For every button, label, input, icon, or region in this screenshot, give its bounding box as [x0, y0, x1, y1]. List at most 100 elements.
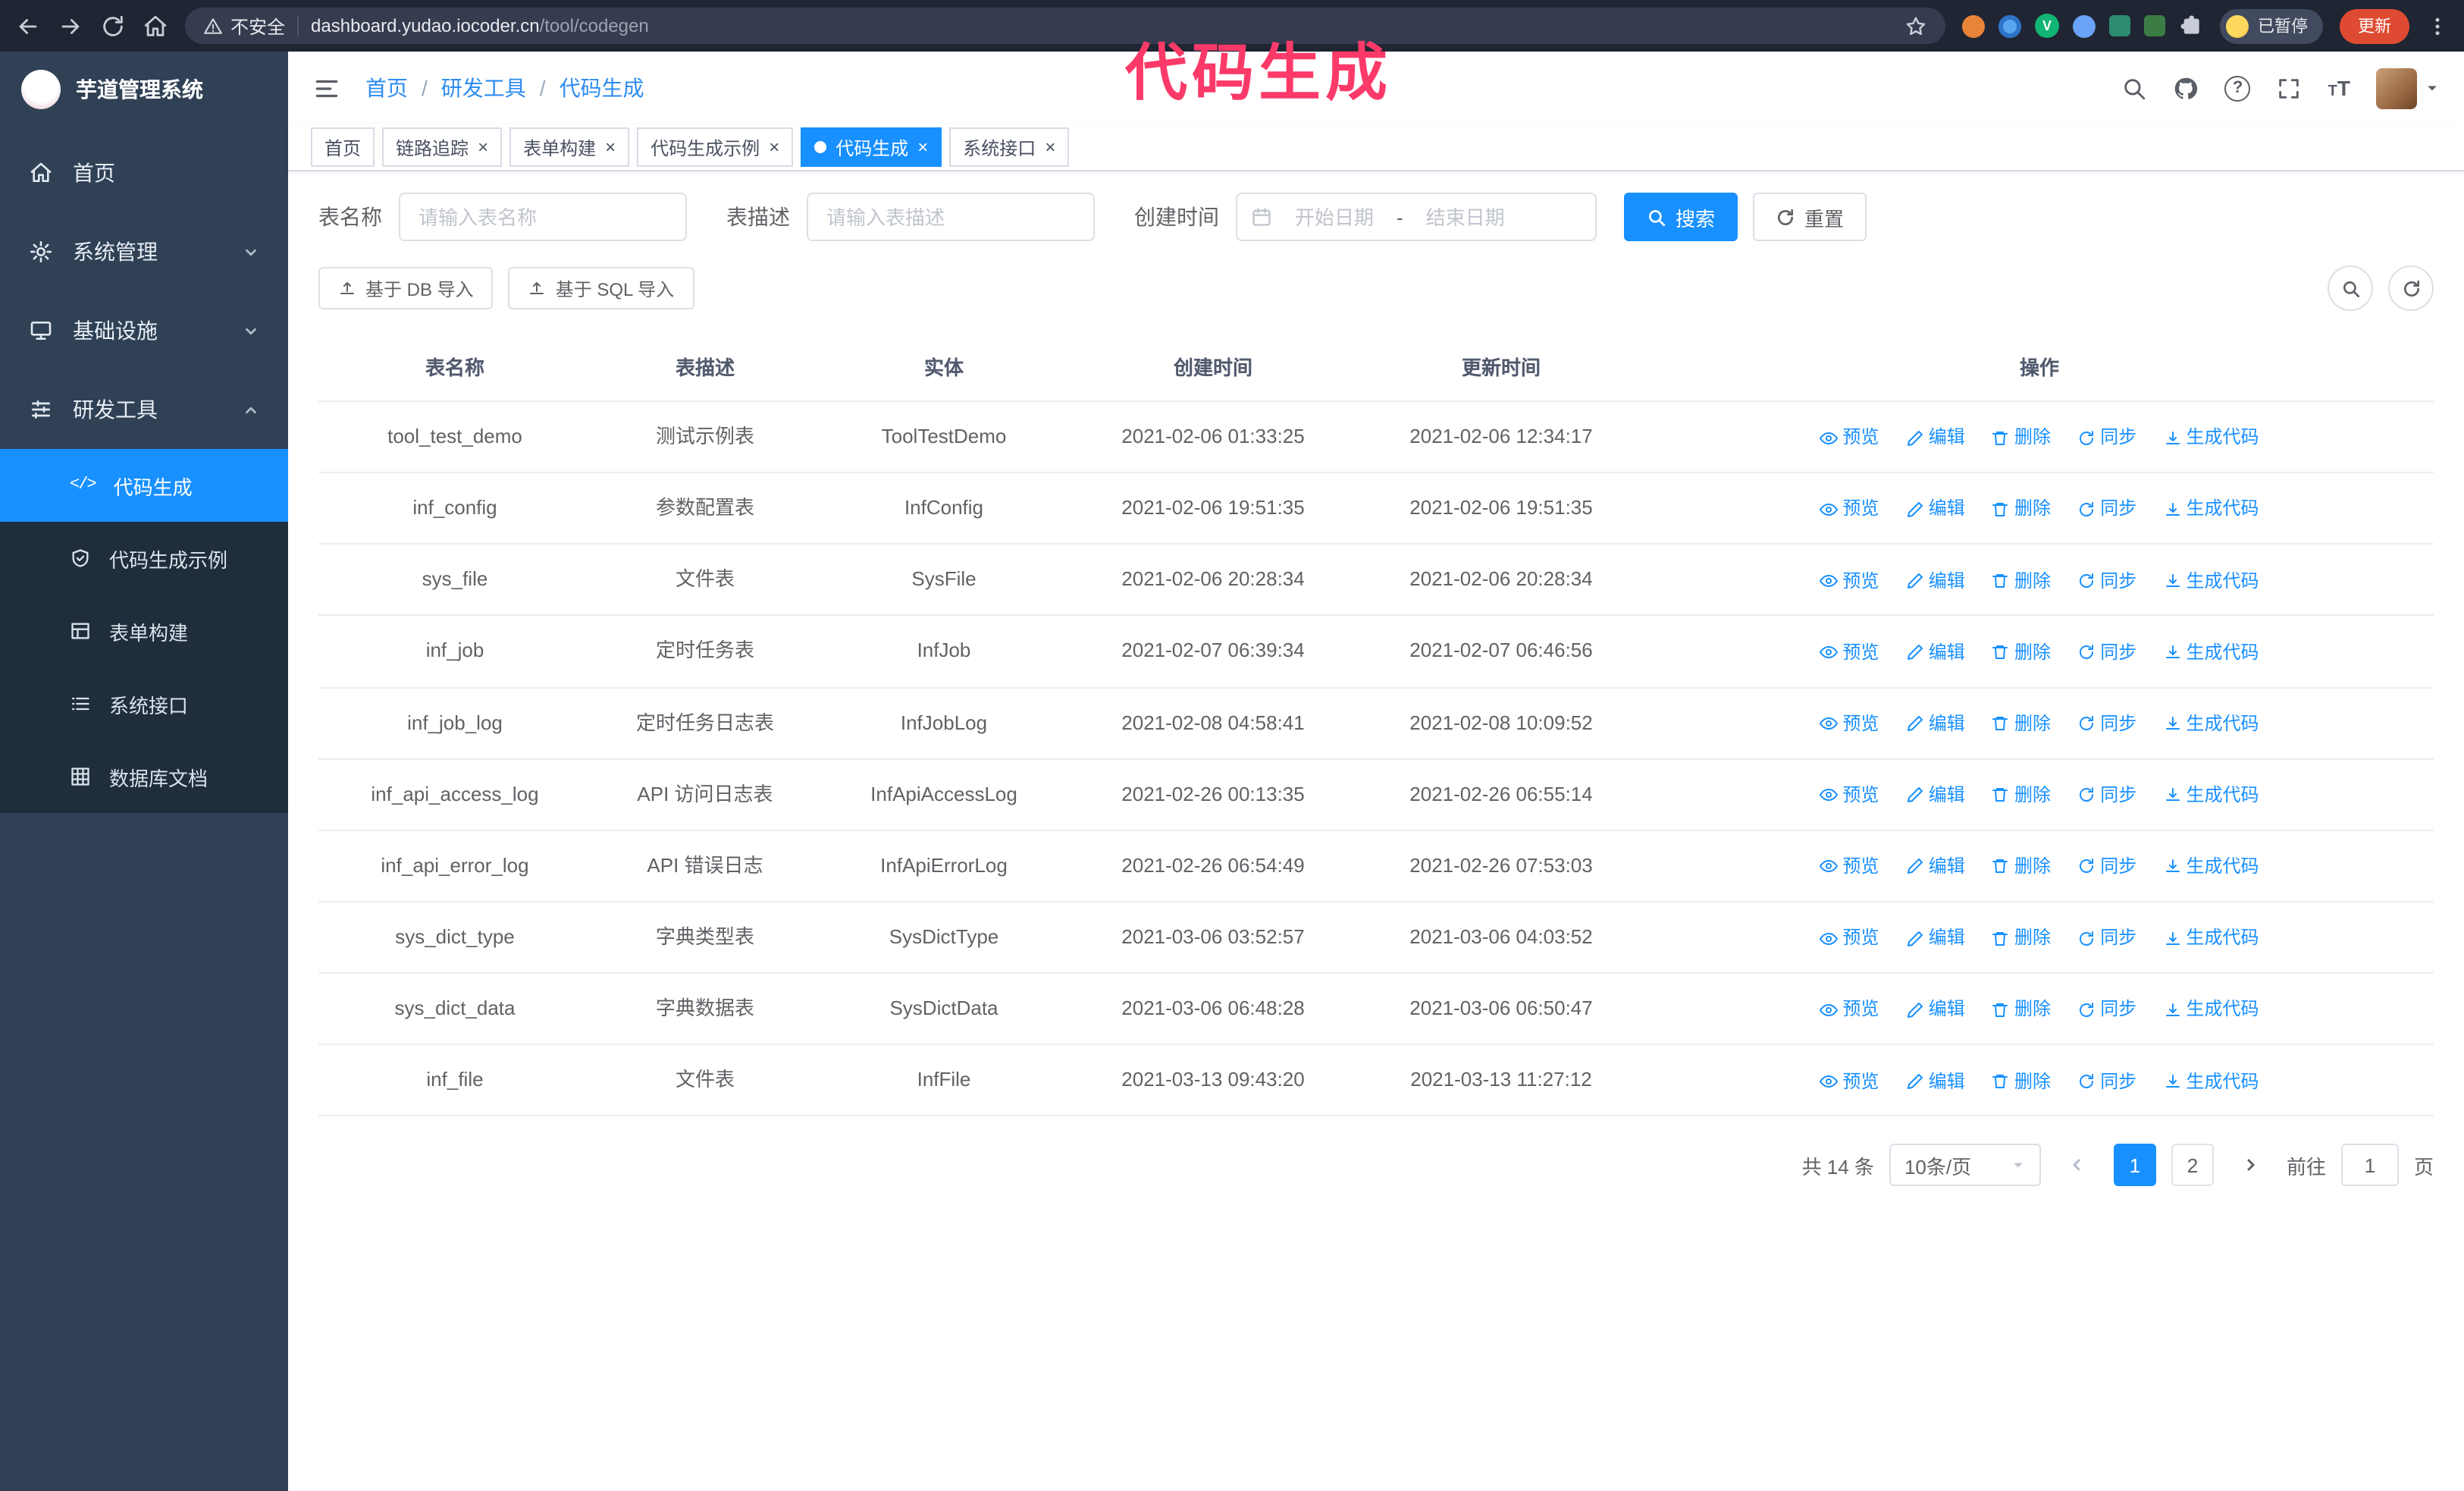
- extension-icon[interactable]: [2109, 15, 2130, 36]
- profile-chip[interactable]: 已暂停: [2220, 8, 2323, 43]
- extension-icon[interactable]: [1998, 14, 2021, 37]
- extension-icon[interactable]: V: [2035, 14, 2059, 38]
- forward-icon[interactable]: [58, 13, 83, 39]
- delete-link[interactable]: 删除: [1992, 852, 2051, 880]
- page-button-1[interactable]: 1: [2113, 1144, 2156, 1187]
- reset-button[interactable]: 重置: [1753, 193, 1867, 241]
- tab-close-icon[interactable]: ×: [769, 138, 779, 156]
- tab-close-icon[interactable]: ×: [605, 138, 616, 156]
- page-button-2[interactable]: 2: [2171, 1144, 2214, 1187]
- table-desc-input[interactable]: [807, 193, 1095, 241]
- sync-link[interactable]: 同步: [2077, 495, 2136, 523]
- prev-page-button[interactable]: [2056, 1144, 2099, 1187]
- sync-link[interactable]: 同步: [2077, 567, 2136, 595]
- sidebar-item-form-builder[interactable]: 表单构建: [0, 595, 288, 667]
- search-button[interactable]: 搜索: [1624, 193, 1738, 241]
- generate-code-link[interactable]: 生成代码: [2164, 424, 2259, 452]
- delete-link[interactable]: 删除: [1992, 996, 2051, 1024]
- github-icon[interactable]: [2174, 75, 2199, 101]
- sidebar-item-system[interactable]: 系统管理: [0, 212, 288, 291]
- sidebar-item-codegen-example[interactable]: 代码生成示例: [0, 522, 288, 595]
- home-icon[interactable]: [143, 13, 168, 39]
- sync-link[interactable]: 同步: [2077, 710, 2136, 738]
- edit-link[interactable]: 编辑: [1906, 996, 1965, 1024]
- preview-link[interactable]: 预览: [1820, 852, 1879, 880]
- end-date-input[interactable]: [1409, 206, 1522, 228]
- generate-code-link[interactable]: 生成代码: [2164, 638, 2259, 666]
- tab[interactable]: 表单构建 ×: [509, 127, 630, 167]
- back-icon[interactable]: [15, 13, 41, 39]
- delete-link[interactable]: 删除: [1992, 924, 2051, 953]
- preview-link[interactable]: 预览: [1820, 1067, 1879, 1095]
- edit-link[interactable]: 编辑: [1906, 852, 1965, 880]
- edit-link[interactable]: 编辑: [1906, 567, 1965, 595]
- breadcrumb-home[interactable]: 首页: [365, 73, 408, 103]
- logo-row[interactable]: 芋道管理系统: [0, 52, 288, 127]
- edit-link[interactable]: 编辑: [1906, 1067, 1965, 1095]
- generate-code-link[interactable]: 生成代码: [2164, 1067, 2259, 1095]
- edit-link[interactable]: 编辑: [1906, 495, 1965, 523]
- edit-link[interactable]: 编辑: [1906, 424, 1965, 452]
- sidebar-item-db-doc[interactable]: 数据库文档: [0, 740, 288, 813]
- edit-link[interactable]: 编辑: [1906, 638, 1965, 666]
- delete-link[interactable]: 删除: [1992, 495, 2051, 523]
- url-bar[interactable]: 不安全 dashboard.yudao.iocoder.cn/tool/code…: [185, 8, 1945, 44]
- delete-link[interactable]: 删除: [1992, 781, 2051, 809]
- reload-icon[interactable]: [100, 13, 126, 39]
- preview-link[interactable]: 预览: [1820, 996, 1879, 1024]
- extensions-puzzle-icon[interactable]: [2179, 14, 2203, 38]
- breadcrumb-group[interactable]: 研发工具: [441, 73, 526, 103]
- bookmark-star-icon[interactable]: [1904, 14, 1927, 37]
- refresh-table-button[interactable]: [2388, 265, 2434, 311]
- user-menu[interactable]: [2376, 67, 2440, 108]
- toggle-search-button[interactable]: [2328, 265, 2373, 311]
- preview-link[interactable]: 预览: [1820, 924, 1879, 953]
- generate-code-link[interactable]: 生成代码: [2164, 781, 2259, 809]
- delete-link[interactable]: 删除: [1992, 638, 2051, 666]
- preview-link[interactable]: 预览: [1820, 424, 1879, 452]
- tab-close-icon[interactable]: ×: [917, 138, 928, 156]
- sync-link[interactable]: 同步: [2077, 996, 2136, 1024]
- generate-code-link[interactable]: 生成代码: [2164, 924, 2259, 953]
- preview-link[interactable]: 预览: [1820, 638, 1879, 666]
- sql-import-button[interactable]: 基于 SQL 导入: [508, 267, 694, 309]
- extension-icon[interactable]: [2073, 14, 2096, 37]
- tab[interactable]: 首页: [311, 127, 375, 167]
- extension-icon[interactable]: [2144, 15, 2165, 36]
- browser-update-button[interactable]: 更新: [2340, 8, 2409, 43]
- sidebar-item-system-api[interactable]: 系统接口: [0, 667, 288, 740]
- generate-code-link[interactable]: 生成代码: [2164, 996, 2259, 1024]
- preview-link[interactable]: 预览: [1820, 495, 1879, 523]
- tab[interactable]: 链路追踪 ×: [382, 127, 503, 167]
- sync-link[interactable]: 同步: [2077, 424, 2136, 452]
- sidebar-item-codegen[interactable]: </> 代码生成: [0, 449, 288, 522]
- delete-link[interactable]: 删除: [1992, 424, 2051, 452]
- start-date-input[interactable]: [1278, 206, 1390, 228]
- hamburger-icon[interactable]: [312, 74, 341, 102]
- sync-link[interactable]: 同步: [2077, 781, 2136, 809]
- goto-page-input[interactable]: [2340, 1144, 2399, 1187]
- fullscreen-icon[interactable]: [2277, 75, 2303, 101]
- generate-code-link[interactable]: 生成代码: [2164, 495, 2259, 523]
- font-size-icon[interactable]: TT: [2328, 77, 2350, 99]
- security-warning[interactable]: 不安全: [203, 13, 285, 39]
- browser-menu-icon[interactable]: [2426, 14, 2449, 37]
- extension-icon[interactable]: [1962, 14, 1985, 37]
- generate-code-link[interactable]: 生成代码: [2164, 567, 2259, 595]
- tab[interactable]: 代码生成示例 ×: [637, 127, 794, 167]
- generate-code-link[interactable]: 生成代码: [2164, 852, 2259, 880]
- tab-close-icon[interactable]: ×: [478, 138, 488, 156]
- next-page-button[interactable]: [2229, 1144, 2271, 1187]
- preview-link[interactable]: 预览: [1820, 781, 1879, 809]
- edit-link[interactable]: 编辑: [1906, 924, 1965, 953]
- edit-link[interactable]: 编辑: [1906, 781, 1965, 809]
- date-range-picker[interactable]: -: [1236, 193, 1597, 241]
- sync-link[interactable]: 同步: [2077, 924, 2136, 953]
- sidebar-item-home[interactable]: 首页: [0, 133, 288, 212]
- page-size-select[interactable]: 10条/页: [1889, 1144, 2041, 1187]
- search-icon[interactable]: [2122, 75, 2148, 101]
- tab[interactable]: 系统接口 ×: [949, 127, 1070, 167]
- preview-link[interactable]: 预览: [1820, 710, 1879, 738]
- table-name-input[interactable]: [399, 193, 687, 241]
- generate-code-link[interactable]: 生成代码: [2164, 710, 2259, 738]
